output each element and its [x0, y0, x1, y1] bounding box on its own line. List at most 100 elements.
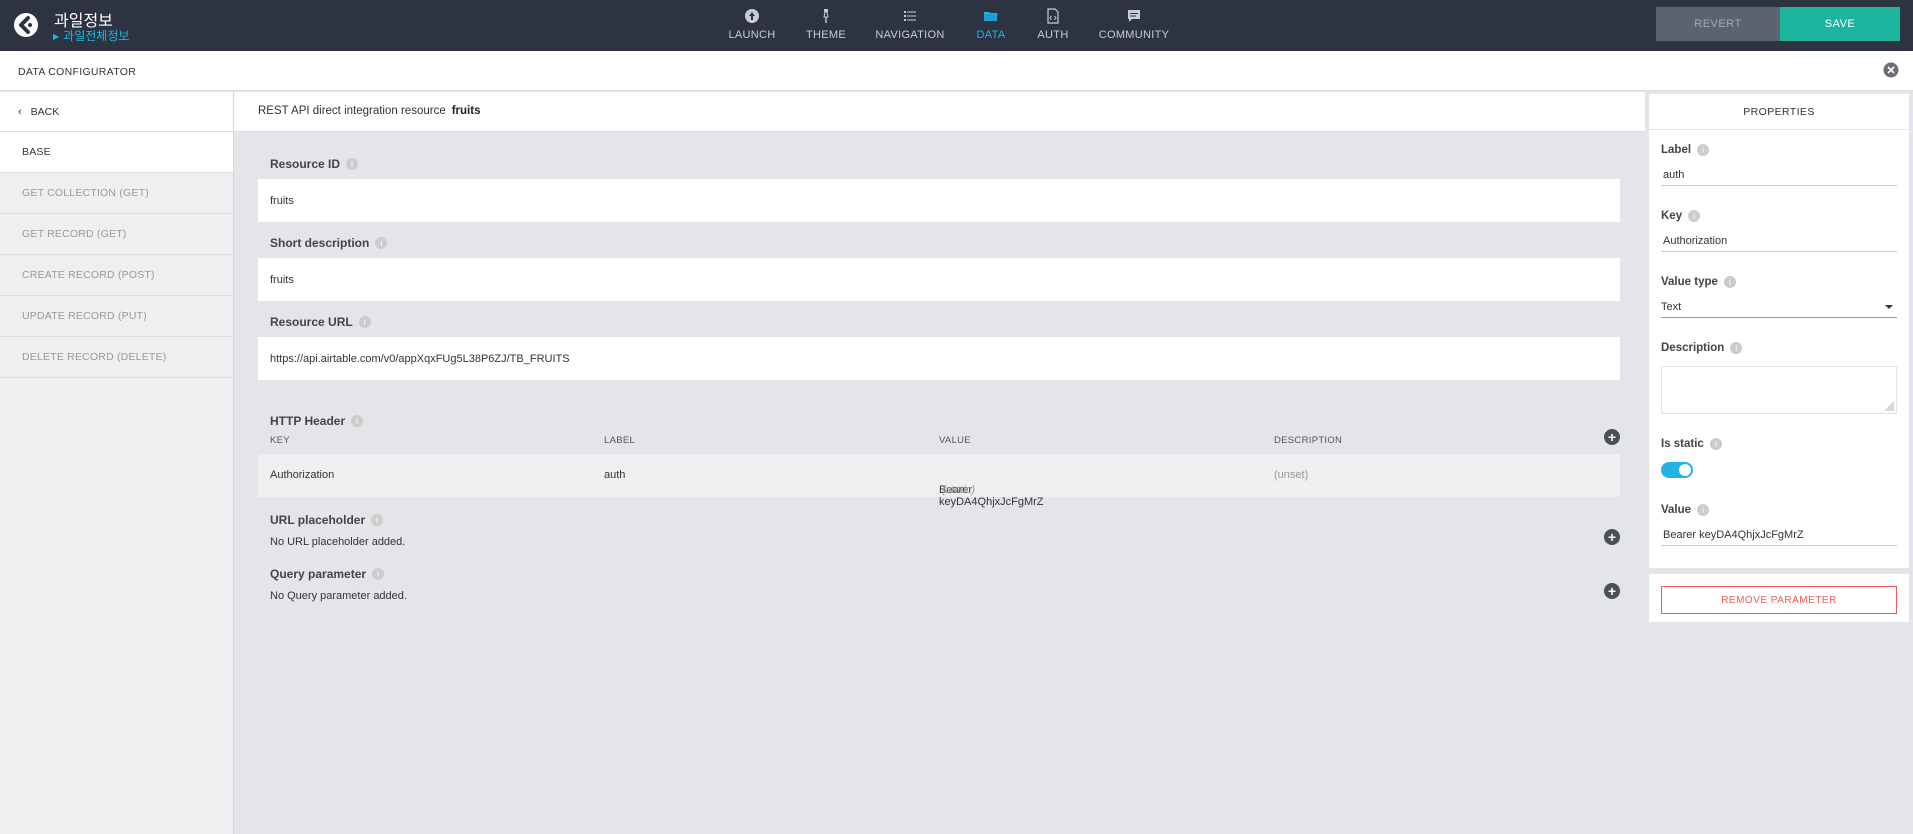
url-placeholder-empty: No URL placeholder added.: [270, 536, 406, 548]
info-icon[interactable]: i: [358, 316, 371, 328]
back-label: BACK: [30, 105, 60, 118]
resource-type-text: REST API direct integration resource: [258, 105, 446, 117]
info-icon[interactable]: i: [351, 415, 364, 427]
chevron-down-icon: [1885, 305, 1893, 309]
community-icon: [1128, 10, 1140, 22]
nav-theme[interactable]: THEME: [806, 0, 846, 51]
sidebar: ‹ BACK BASE GET COLLECTION (GET) GET REC…: [0, 92, 234, 834]
resource-name: fruits: [451, 105, 481, 117]
value-type-select[interactable]: Text: [1661, 296, 1897, 318]
info-icon[interactable]: i: [1697, 144, 1710, 156]
data-folder-icon: [984, 12, 998, 21]
info-icon[interactable]: i: [1709, 438, 1722, 450]
navigation-icon: [904, 11, 916, 21]
label-text: Resource ID: [270, 157, 341, 171]
query-parameter-title: Query parameter i: [270, 567, 385, 581]
label-text: Value type: [1661, 276, 1718, 288]
sidebar-item-update-record[interactable]: UPDATE RECORD (PUT): [0, 296, 233, 337]
configurator-bar: DATA CONFIGURATOR: [0, 51, 1913, 91]
nav-data[interactable]: DATA: [975, 0, 1007, 51]
resource-url-input[interactable]: https://api.airtable.com/v0/appXqxFUg5L3…: [258, 337, 1620, 380]
app-subtitle[interactable]: ▶ 과일전체정보: [53, 27, 129, 44]
label-text: Query parameter: [270, 567, 367, 581]
nav-launch[interactable]: LAUNCH: [728, 0, 776, 51]
caret-right-icon: ▶: [53, 32, 60, 41]
label-text: URL placeholder: [270, 513, 366, 527]
save-button[interactable]: SAVE: [1780, 7, 1900, 41]
info-icon[interactable]: i: [1723, 276, 1736, 288]
info-icon[interactable]: i: [375, 237, 388, 249]
label-text: Is static: [1661, 438, 1704, 450]
configurator-title: DATA CONFIGURATOR: [18, 66, 137, 78]
label-input[interactable]: auth: [1661, 164, 1897, 186]
label-text: Short description: [270, 236, 370, 250]
auth-icon: [1047, 8, 1059, 24]
theme-icon: [823, 9, 829, 23]
sidebar-item-create-record[interactable]: CREATE RECORD (POST): [0, 255, 233, 296]
label-field-label: Label i: [1661, 144, 1710, 156]
nav-label: NAVIGATION: [875, 29, 945, 41]
cell-key: Authorization: [270, 469, 335, 481]
short-description-label: Short description i: [270, 236, 388, 250]
is-static-toggle[interactable]: [1661, 462, 1693, 478]
table-row[interactable]: Authorization auth Bearer keyDA4QhjxJcFg…: [258, 454, 1620, 508]
value-input[interactable]: Bearer keyDA4QhjxJcFgMrZ: [1661, 524, 1897, 546]
nav-navigation[interactable]: NAVIGATION: [875, 0, 945, 51]
short-description-input[interactable]: fruits: [258, 258, 1620, 301]
resource-id-label: Resource ID i: [270, 157, 359, 171]
label-text: Resource URL: [270, 315, 353, 329]
sidebar-item-base[interactable]: BASE: [0, 132, 233, 173]
back-button[interactable]: ‹ BACK: [0, 92, 233, 132]
main-panel: REST API direct integration resource frui…: [234, 92, 1645, 834]
info-icon[interactable]: i: [1688, 210, 1701, 222]
resource-heading: REST API direct integration resource frui…: [258, 105, 480, 117]
nav-label: DATA: [976, 29, 1006, 41]
launch-icon: [745, 9, 759, 23]
close-icon[interactable]: [1883, 62, 1899, 78]
nav-label: LAUNCH: [728, 29, 776, 41]
revert-button[interactable]: REVERT: [1656, 7, 1780, 41]
nav-auth[interactable]: AUTH: [1037, 0, 1069, 51]
info-icon[interactable]: i: [1697, 504, 1710, 516]
sidebar-item-get-collection[interactable]: GET COLLECTION (GET): [0, 173, 233, 214]
label-text: Key: [1661, 210, 1683, 222]
remove-parameter-button[interactable]: REMOVE PARAMETER: [1661, 586, 1897, 614]
query-parameter-empty: No Query parameter added.: [270, 590, 407, 602]
column-label: LABEL: [604, 435, 636, 446]
info-icon[interactable]: i: [372, 568, 385, 580]
value-label: Value i: [1661, 504, 1710, 516]
label-text: Value: [1661, 504, 1692, 516]
properties-panel: PROPERTIES Label i auth Key i Authorizatio…: [1649, 94, 1909, 622]
resource-id-input[interactable]: fruits: [258, 179, 1620, 222]
info-icon[interactable]: i: [371, 514, 384, 526]
column-description: DESCRIPTION: [1274, 435, 1343, 446]
sidebar-item-get-record[interactable]: GET RECORD (GET): [0, 214, 233, 255]
description-label: Description i: [1661, 342, 1743, 354]
nav-label: AUTH: [1037, 29, 1069, 41]
nav-label: THEME: [806, 29, 846, 41]
resize-handle-icon[interactable]: [1884, 401, 1894, 411]
main-header: REST API direct integration resource frui…: [234, 92, 1645, 132]
toggle-knob: [1679, 464, 1691, 476]
value-type-label: Value type i: [1661, 276, 1736, 288]
app-logo-icon[interactable]: [13, 12, 39, 38]
label-text: Description: [1661, 342, 1725, 354]
column-key: KEY: [270, 435, 290, 446]
add-url-placeholder-button[interactable]: +: [1604, 529, 1620, 545]
resource-url-label: Resource URL i: [270, 315, 371, 329]
nav-label: COMMUNITY: [1098, 29, 1170, 41]
top-bar: 과일정보 ▶ 과일전체정보 LAUNCH THEME NAVIGATION DAT…: [0, 0, 1913, 51]
cell-description: (unset): [1274, 469, 1309, 481]
select-value: Text: [1661, 300, 1682, 313]
add-query-parameter-button[interactable]: +: [1604, 583, 1620, 599]
key-input[interactable]: Authorization: [1661, 230, 1897, 252]
nav-community[interactable]: COMMUNITY: [1099, 0, 1169, 51]
info-icon[interactable]: i: [1730, 342, 1743, 354]
info-icon[interactable]: i: [346, 158, 359, 170]
sidebar-item-delete-record[interactable]: DELETE RECORD (DELETE): [0, 337, 233, 378]
properties-title: PROPERTIES: [1649, 94, 1909, 130]
description-textarea[interactable]: [1661, 366, 1897, 414]
cell-label: auth: [604, 469, 626, 481]
label-text: Label: [1661, 144, 1692, 156]
add-http-header-button[interactable]: +: [1604, 429, 1620, 445]
